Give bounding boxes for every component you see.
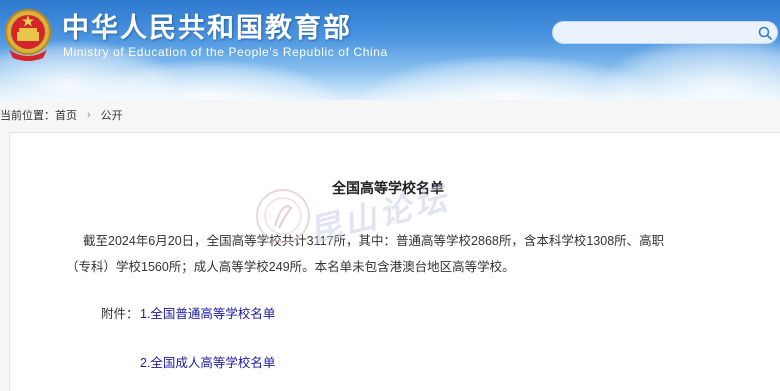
cloud-decoration <box>600 35 780 100</box>
attachment-link-adult-colleges[interactable]: 2.全国成人高等学校名单 <box>140 352 275 371</box>
site-title[interactable]: 中华人民共和国教育部 <box>62 6 352 45</box>
search-input[interactable] <box>552 21 778 44</box>
breadcrumb-item-home[interactable]: 首页 <box>55 107 77 123</box>
article-title: 全国高等学校名单 <box>332 180 444 196</box>
site-subtitle: Ministry of Education of the People's Re… <box>63 45 388 59</box>
attachments-label: 附件： <box>101 307 139 321</box>
site-header: 中华人民共和国教育部 Ministry of Education of the … <box>0 0 780 100</box>
national-emblem-icon[interactable] <box>3 6 53 62</box>
paragraph-line-1: 截至2024年6月20日，全国高等学校共计3117所，其中：普通高等学校2868… <box>83 234 665 248</box>
article-panel: 全国高等学校名单 截至2024年6月20日，全国高等学校共计3117所，其中：普… <box>9 132 780 391</box>
breadcrumb-prefix: 当前位置： <box>0 110 55 122</box>
attachment-link-regular-colleges[interactable]: 1.全国普通高等学校名单 <box>140 303 275 322</box>
breadcrumb-item-public[interactable]: 公开 <box>101 107 123 123</box>
search-icon[interactable] <box>757 25 773 41</box>
paragraph-line-2: （专科）学校1560所；成人高等学校249所。本名单未包含港澳台地区高等学校。 <box>66 260 515 274</box>
chevron-right-icon: › <box>87 109 91 121</box>
breadcrumb: 当前位置： 首页 › 公开 <box>0 107 123 123</box>
article-paragraph: 截至2024年6月20日，全国高等学校共计3117所，其中：普通高等学校2868… <box>66 228 743 280</box>
